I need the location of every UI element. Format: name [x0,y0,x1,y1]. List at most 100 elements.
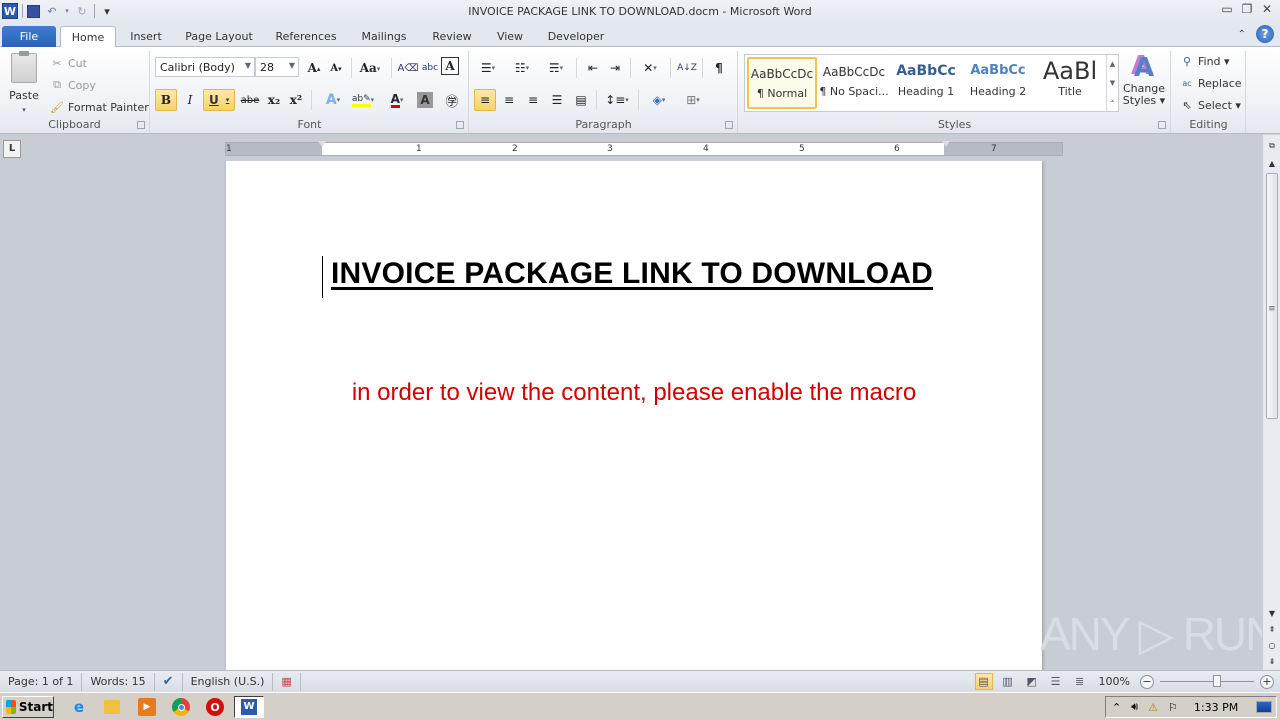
tab-review[interactable]: Review [428,26,476,47]
change-styles-button[interactable]: A Change Styles ▾ [1121,53,1167,107]
file-explorer-icon[interactable] [104,700,120,714]
zoom-slider-thumb[interactable] [1213,675,1221,687]
volume-icon[interactable]: 🔊︎ [1131,700,1138,714]
full-screen-reading-icon[interactable]: ▥ [999,673,1017,690]
zoom-level[interactable]: 100% [1099,675,1130,688]
phonetic-guide-button[interactable]: abc [419,57,441,79]
font-dialog-launcher[interactable] [456,121,464,129]
show-desktop-icon[interactable] [1256,701,1272,713]
tab-view[interactable]: View [492,26,528,47]
borders-button[interactable]: ⊞ ▾ [678,89,708,111]
enclose-characters-button[interactable]: ㊫ [441,89,463,111]
subscript-button[interactable]: x₂ [263,89,285,111]
sort-button[interactable]: A↓Z [676,57,698,79]
tab-page-layout[interactable]: Page Layout [180,26,258,47]
outline-view-icon[interactable]: ☰ [1047,673,1065,690]
font-family-select[interactable]: Calibri (Body) ▼ [155,57,255,77]
network-warning-icon[interactable]: ⚠ [1148,701,1158,714]
tab-home[interactable]: Home [60,26,116,48]
multilevel-list-button[interactable]: ☴ ▾ [542,57,570,79]
page-count[interactable]: Page: 1 of 1 [0,672,83,691]
show-formatting-marks-button[interactable]: ¶ [708,57,730,79]
align-center-button[interactable]: ≡ [498,89,520,111]
chrome-icon[interactable] [172,698,190,716]
scroll-up-icon[interactable]: ▲ [1265,157,1279,171]
word-taskbar-button[interactable]: W [234,696,264,718]
opera-icon[interactable]: O [206,698,224,716]
language-indicator[interactable]: English (U.S.) [183,672,274,691]
horizontal-ruler[interactable]: 1 1 2 3 4 5 6 7 [225,141,1063,159]
italic-button[interactable]: I [179,89,201,111]
shrink-font-button[interactable]: A ▾ [325,57,347,79]
gallery-more-icon[interactable]: ⩡ [1107,92,1118,111]
tab-developer[interactable]: Developer [545,26,607,47]
style-heading-2[interactable]: AaBbCc Heading 2 [963,57,1033,109]
gallery-down-icon[interactable]: ▼ [1107,74,1118,93]
format-painter-button[interactable]: 🖌 Format Painter [50,97,149,117]
tab-file[interactable]: File [2,26,56,47]
close-icon[interactable]: ✕ [1260,2,1274,16]
print-layout-view-icon[interactable]: ▤ [974,673,993,690]
clear-formatting-button[interactable]: A⌫ [397,57,419,79]
increase-indent-button[interactable]: ⇥ [604,57,626,79]
align-left-button[interactable]: ≡ [474,89,496,111]
document-heading[interactable]: INVOICE PACKAGE LINK TO DOWNLOAD [322,257,942,291]
first-line-indent-marker[interactable] [318,141,327,159]
style-normal[interactable]: AaBbCcDc ¶ Normal [747,57,817,109]
help-icon[interactable]: ? [1256,25,1274,43]
zoom-out-icon[interactable]: − [1140,674,1154,689]
scroll-down-icon[interactable]: ▼ [1265,607,1279,621]
cut-button[interactable]: ✂ Cut [50,53,87,73]
document-page[interactable]: INVOICE PACKAGE LINK TO DOWNLOAD in orde… [226,161,1042,670]
highlight-button[interactable]: ab✎ ▾ [349,89,377,111]
shading-button[interactable]: ◈ ▾ [644,89,674,111]
bullets-button[interactable]: ☰ ▾ [474,57,502,79]
grow-font-button[interactable]: A ▴ [303,57,325,79]
distributed-button[interactable]: ▤ [570,89,592,111]
zoom-slider[interactable] [1160,675,1254,687]
minimize-icon[interactable]: ▭ [1220,2,1234,16]
vertical-scrollbar[interactable]: ⧉ ▲ ▼ ⇞ ○ ⇟ [1262,135,1280,670]
superscript-button[interactable]: x² [285,89,307,111]
asian-layout-button[interactable]: ✕ ▾ [636,57,664,79]
scroll-thumb[interactable] [1266,173,1278,419]
select-button[interactable]: ⇖ Select ▾ [1180,95,1241,115]
text-effects-button[interactable]: A ▾ [319,89,347,111]
word-count[interactable]: Words: 15 [82,672,155,691]
font-color-button[interactable]: A ▾ [383,89,411,111]
character-shading-button[interactable]: A [417,92,433,108]
decrease-indent-button[interactable]: ⇤ [582,57,604,79]
draft-view-icon[interactable]: ≣ [1071,673,1089,690]
proofing-icon[interactable]: ✔ [155,672,183,691]
paragraph-dialog-launcher[interactable] [725,121,733,129]
media-player-icon[interactable]: ▶ [138,698,156,716]
underline-button[interactable]: U ▾ [203,89,235,111]
tab-stop-selector[interactable]: L [3,140,21,158]
paste-button[interactable]: Paste ▾ [6,51,42,115]
right-indent-marker[interactable] [942,141,951,159]
select-browse-object-icon[interactable]: ○ [1265,639,1279,653]
tab-mailings[interactable]: Mailings [356,26,412,47]
character-border-button[interactable]: A [441,57,459,75]
font-size-select[interactable]: 28 ▼ [255,57,299,77]
style-no-spacing[interactable]: AaBbCcDc ¶ No Spaci... [819,57,889,109]
numbering-button[interactable]: ☷ ▾ [508,57,536,79]
style-title[interactable]: AaBl Title [1035,57,1105,109]
clock[interactable]: 1:33 PM [1194,701,1238,714]
tab-references[interactable]: References [272,26,340,47]
start-button[interactable]: Start [2,696,54,718]
styles-gallery-scroll[interactable]: ▲ ▼ ⩡ [1106,55,1118,111]
web-layout-icon[interactable]: ◩ [1023,673,1041,690]
gallery-up-icon[interactable]: ▲ [1107,55,1118,74]
align-right-button[interactable]: ≡ [522,89,544,111]
bold-button[interactable]: B [155,89,177,111]
clipboard-dialog-launcher[interactable] [137,121,145,129]
restore-icon[interactable]: ❐ [1240,2,1254,16]
action-center-flag-icon[interactable]: ⚐ [1168,701,1178,714]
zoom-in-icon[interactable]: + [1260,674,1274,689]
strikethrough-button[interactable]: abe [239,89,261,111]
macro-recording-icon[interactable]: ▦ [273,672,301,691]
replace-button[interactable]: ac Replace [1180,73,1241,93]
paste-dropdown-icon[interactable]: ▾ [22,106,26,114]
previous-page-icon[interactable]: ⇞ [1265,623,1279,637]
